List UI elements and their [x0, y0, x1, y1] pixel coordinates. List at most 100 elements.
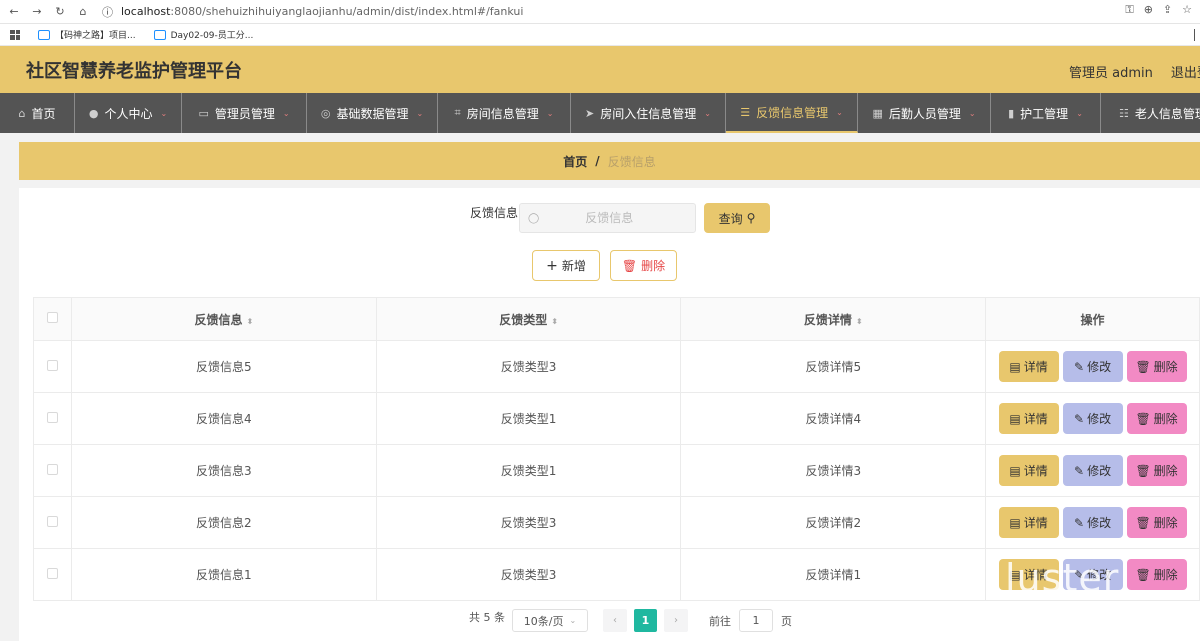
chevron-down-icon: ⌄ — [546, 108, 554, 118]
nav-item-logistics[interactable]: ▦ 后勤人员管理 ⌄ — [858, 93, 991, 133]
bookmarks-folder-icon[interactable] — [1194, 29, 1200, 41]
page-size-select[interactable]: 10条/页 ⌄ — [512, 609, 588, 632]
column-label: 反馈信息 — [194, 312, 243, 327]
share-icon[interactable]: ⇪ — [1163, 3, 1172, 17]
nav-item-base-data[interactable]: ◎ 基础数据管理 ⌄ — [307, 93, 438, 133]
edit-button[interactable]: ✎ 修改 — [1062, 507, 1123, 538]
nav-item-home[interactable]: ⌂ 首页 — [0, 93, 75, 133]
logout-link[interactable]: 退出登 — [1171, 62, 1200, 81]
star-icon[interactable]: ☆ — [1182, 3, 1192, 17]
delete-button[interactable]: 🗑 删除 — [1126, 351, 1187, 382]
query-button[interactable]: 查询 ⚲ — [704, 203, 770, 233]
zoom-icon[interactable]: ⊕ — [1144, 3, 1153, 17]
row-checkbox[interactable] — [46, 515, 58, 527]
key-icon[interactable]: ⚿ — [1125, 3, 1133, 17]
column-header[interactable]: 反馈详情 ⬍ — [680, 297, 987, 341]
nav-item-label: 护工管理 — [1020, 106, 1069, 121]
detail-button[interactable]: ▤ 详情 — [998, 455, 1059, 486]
crop-icon: ⌗ — [454, 106, 461, 119]
row-checkbox[interactable] — [46, 463, 58, 475]
search-field[interactable]: ◯ — [519, 203, 696, 233]
delete-button[interactable]: 🗑 删除 — [1126, 403, 1187, 434]
chevron-down-icon: ⌄ — [416, 108, 424, 118]
row-checkbox[interactable] — [46, 411, 58, 423]
cell-info: 反馈信息5 — [70, 340, 377, 393]
detail-button[interactable]: ▤ 详情 — [998, 403, 1059, 434]
nav-item-label: 个人中心 — [104, 106, 153, 121]
apps-icon[interactable] — [10, 29, 20, 40]
bookmark-item[interactable]: 【码神之路】项目... — [38, 28, 136, 41]
next-page-button[interactable]: › — [664, 609, 688, 632]
pagination-total: 共 5 条 — [469, 609, 505, 625]
nav-item-label: 后勤人员管理 — [888, 106, 961, 121]
delete-button[interactable]: 🗑 删除 — [1126, 507, 1187, 538]
prev-page-button[interactable]: ‹ — [603, 609, 627, 632]
cell-detail: 反馈详情3 — [680, 444, 987, 497]
select-all-checkbox[interactable] — [46, 312, 58, 323]
add-button[interactable]: + 新增 — [532, 250, 600, 281]
nav-item-admin[interactable]: ▭ 管理员管理 ⌄ — [182, 93, 307, 133]
nav-item-rooms[interactable]: ⌗ 房间信息管理 ⌄ — [438, 93, 571, 133]
delete-label: 删除 — [641, 259, 666, 273]
site-info-icon[interactable]: ⓘ — [102, 4, 113, 20]
cell-detail: 反馈详情5 — [680, 340, 987, 393]
column-header[interactable]: 反馈类型 ⬍ — [375, 297, 682, 341]
search-row: 反馈信息 — [470, 204, 518, 221]
row-checkbox[interactable] — [46, 567, 58, 579]
breadcrumb-home[interactable]: 首页 — [563, 153, 587, 170]
detail-label: 详情 — [1023, 516, 1048, 530]
row-checkbox[interactable] — [46, 359, 58, 371]
table-row: 反馈信息4 反馈类型1 反馈详情4 ▤ 详情 ✎ 修改 🗑 删除 — [33, 392, 1200, 445]
send-icon: ➤ — [585, 106, 595, 120]
url-path: :8080/shehuizhihuiyanglaojianhu/admin/di… — [170, 5, 524, 18]
sort-icon[interactable]: ⬍ — [551, 317, 558, 326]
home-icon: ⌂ — [18, 106, 26, 120]
column-label: 操作 — [1080, 312, 1105, 327]
search-input[interactable] — [539, 211, 680, 225]
trash-icon: 🗑 — [1135, 515, 1151, 530]
detail-label: 详情 — [1023, 412, 1048, 426]
reload-icon[interactable]: ↻ — [51, 3, 69, 21]
sort-icon[interactable]: ⬍ — [246, 317, 253, 326]
nav-item-caregivers[interactable]: ▮ 护工管理 ⌄ — [991, 93, 1101, 133]
bookmark-item[interactable]: Day02-09-员工分... — [153, 28, 253, 41]
edit-button[interactable]: ✎ 修改 — [1062, 455, 1123, 486]
plus-icon: + — [546, 257, 558, 274]
cell-actions: ▤ 详情 ✎ 修改 🗑 删除 — [985, 340, 1200, 393]
edit-label: 修改 — [1087, 360, 1112, 374]
chevron-down-icon: ⌄ — [968, 108, 976, 118]
edit-button[interactable]: ✎ 修改 — [1062, 403, 1123, 434]
page-number-current[interactable]: 1 — [634, 609, 657, 632]
bilibili-icon — [153, 29, 166, 40]
forward-icon[interactable]: → — [28, 3, 46, 21]
nav-item-elderly[interactable]: ☷ 老人信息管理 — [1101, 93, 1200, 133]
goto-page-input[interactable]: 1 — [739, 609, 773, 632]
address-bar[interactable]: ⓘ localhost:8080/shehuizhihuiyanglaojian… — [102, 3, 523, 21]
sort-icon[interactable]: ⬍ — [856, 317, 863, 326]
main-nav: ⌂ 首页 ● 个人中心 ⌄ ▭ 管理员管理 ⌄ ◎ 基础数据管理 ⌄ ⌗ 房间信… — [0, 93, 1200, 133]
chart-icon: ▮ — [1008, 106, 1015, 120]
nav-item-label: 老人信息管理 — [1134, 106, 1200, 121]
edit-button[interactable]: ✎ 修改 — [1062, 351, 1123, 382]
delete-button[interactable]: 🗑 删除 — [1126, 559, 1187, 590]
column-header[interactable]: 反馈信息 ⬍ — [70, 297, 377, 341]
detail-label: 详情 — [1023, 360, 1048, 374]
trash-icon: 🗑 — [1135, 463, 1151, 478]
pencil-icon: ✎ — [1074, 359, 1085, 374]
cell-info: 反馈信息1 — [70, 548, 377, 601]
nav-item-checkin[interactable]: ➤ 房间入住信息管理 ⌄ — [571, 93, 726, 133]
back-icon[interactable]: ← — [5, 3, 23, 21]
trash-icon: 🗑 — [1135, 411, 1151, 426]
delete-button[interactable]: 🗑 删除 — [1126, 455, 1187, 486]
home-browser-icon[interactable]: ⌂ — [74, 3, 92, 21]
url-host: localhost — [121, 5, 171, 18]
cell-info: 反馈信息2 — [70, 496, 377, 549]
nav-item-profile[interactable]: ● 个人中心 ⌄ — [75, 93, 182, 133]
nav-item-label: 房间信息管理 — [466, 106, 539, 121]
column-label: 反馈详情 — [803, 312, 852, 327]
detail-button[interactable]: ▤ 详情 — [998, 351, 1059, 382]
batch-delete-button[interactable]: 🗑 删除 — [610, 250, 677, 281]
edit-label: 修改 — [1087, 464, 1112, 478]
nav-item-feedback[interactable]: ☰ 反馈信息管理 ⌄ — [726, 93, 858, 133]
detail-button[interactable]: ▤ 详情 — [998, 507, 1059, 538]
